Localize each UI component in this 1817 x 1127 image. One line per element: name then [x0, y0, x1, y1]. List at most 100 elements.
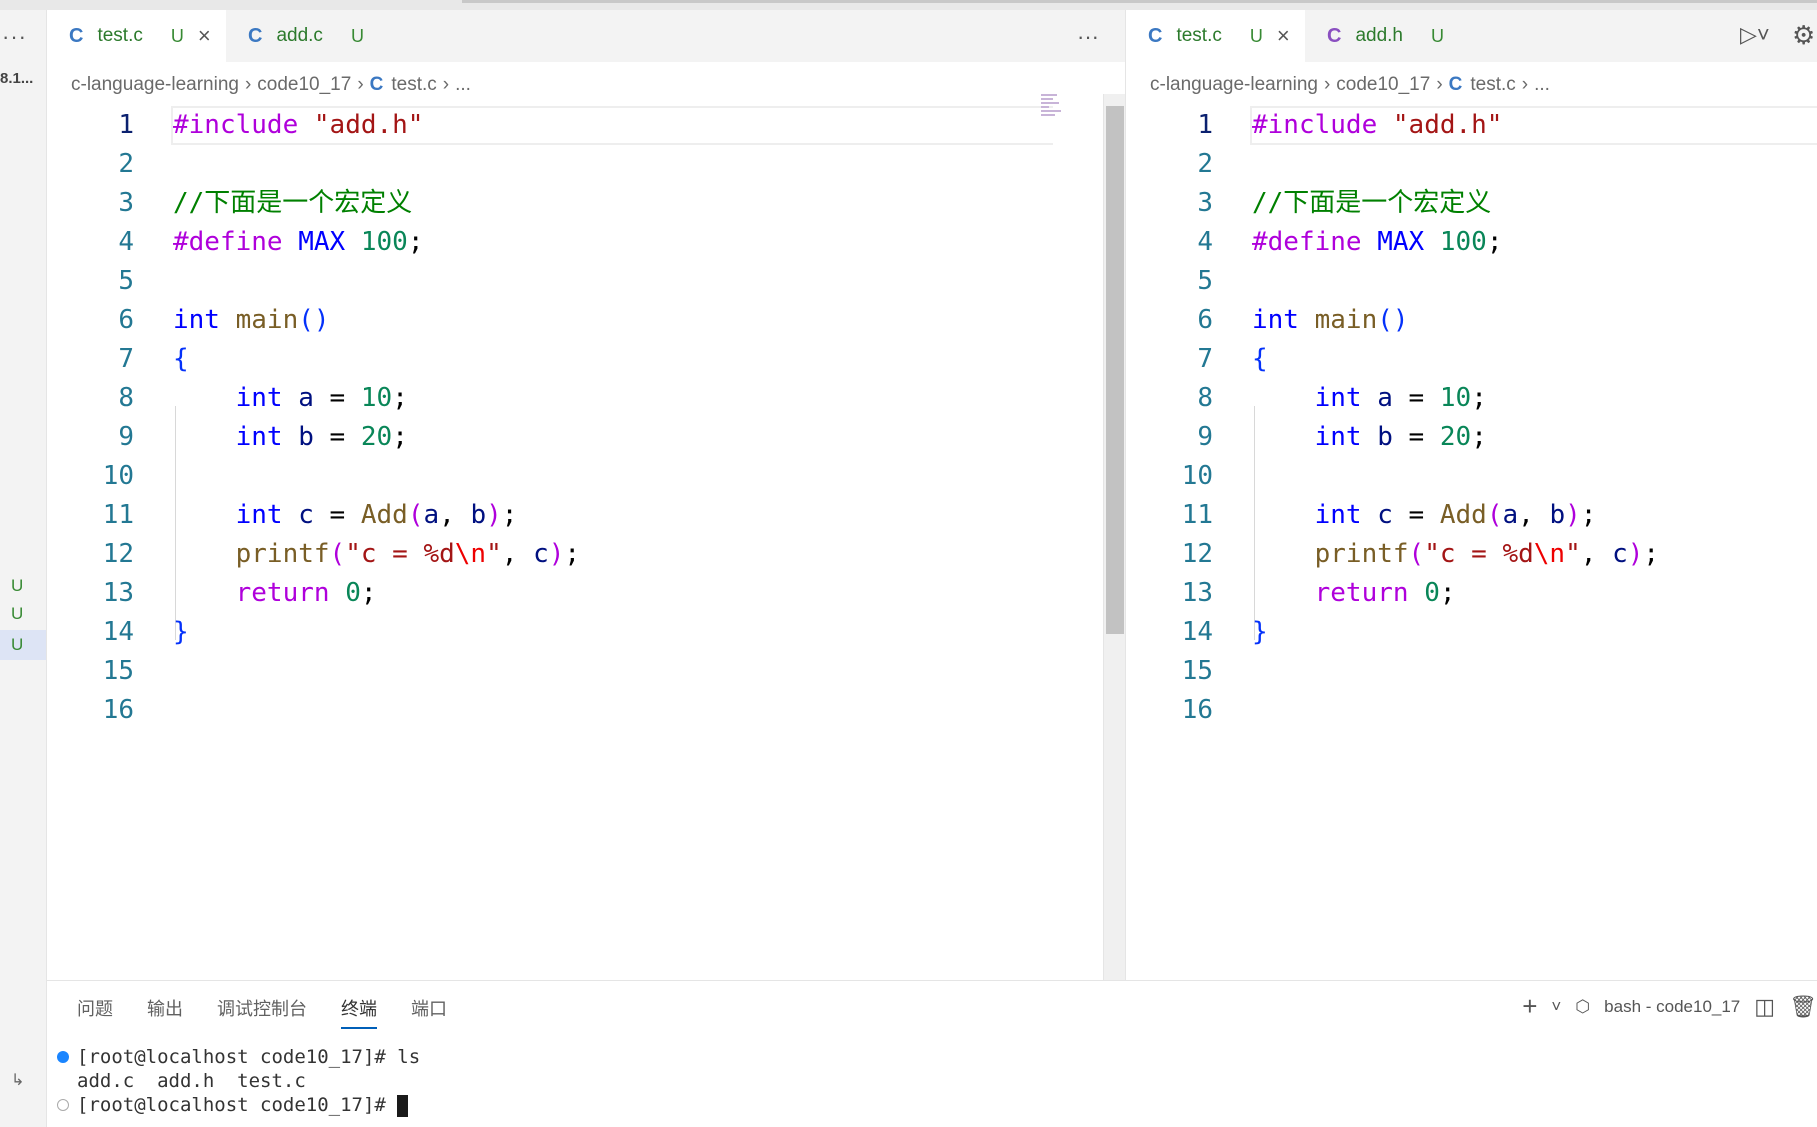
code-area[interactable]: 1 #include "add.h" 2 3//下面是一个宏定义 4 #define…	[1126, 106, 1817, 730]
code-line: 5	[1126, 262, 1817, 301]
window-top-strip	[0, 0, 1817, 10]
new-terminal-icon[interactable]: +	[1522, 991, 1537, 1022]
line-number: 14	[1181, 617, 1213, 647]
editor-group-right: C test.c U × C add.h U ▷˅ ⚙ c-language-l…	[1125, 10, 1817, 980]
line-number: 2	[1197, 149, 1213, 179]
code-line: 15	[47, 652, 1125, 691]
code-line: 3//下面是一个宏定义	[47, 184, 1125, 223]
untracked-badge-selected[interactable]: U	[0, 630, 46, 660]
tab-add-h[interactable]: C add.h U	[1305, 10, 1475, 62]
code-line: 6 int main()	[1126, 301, 1817, 340]
tab-problems[interactable]: 问题	[77, 995, 113, 1029]
chevron-down-icon[interactable]: ˅	[1551, 997, 1561, 1017]
top-scrollbar-thumb[interactable]	[462, 0, 1817, 3]
line-number: 6	[118, 305, 134, 335]
line-number: 2	[118, 149, 134, 179]
code-line: 2	[1126, 145, 1817, 184]
truncated-label: 8.1...	[0, 70, 34, 87]
breadcrumb-folder[interactable]: c-language-learning	[1150, 74, 1318, 95]
code-line: 10	[47, 457, 1125, 496]
tab-add-c[interactable]: C add.c U	[226, 10, 396, 62]
tab-label: add.c	[276, 25, 323, 46]
code-line: 10	[1126, 457, 1817, 496]
line-number: 6	[1197, 305, 1213, 335]
run-debug-icon[interactable]: ▷˅	[1740, 22, 1770, 48]
close-icon[interactable]: ×	[1277, 23, 1290, 49]
breadcrumb-symbol[interactable]: ...	[1534, 74, 1550, 95]
tab-bar: C test.c U × C add.c U ···	[47, 10, 1125, 62]
editor-more-actions-icon[interactable]: ···	[1077, 24, 1099, 50]
explorer-more-icon[interactable]: ···	[2, 24, 27, 50]
code-line: 11 int c = Add(a, b);	[47, 496, 1125, 535]
minimap[interactable]	[1041, 94, 1071, 124]
code-line: 15	[1126, 652, 1817, 691]
c-file-icon: C	[1148, 24, 1163, 47]
terminal-output[interactable]: [root@localhost code10_17]# ls add.c add…	[57, 1045, 420, 1117]
line-number: 1	[1197, 110, 1213, 140]
code-line: 13 return 0;	[1126, 574, 1817, 613]
line-number: 12	[1181, 539, 1213, 569]
code-line: 14}	[1126, 613, 1817, 652]
split-terminal-icon[interactable]: ◫	[1754, 994, 1775, 1020]
untracked-badge: U	[170, 25, 184, 46]
code-line: 16	[1126, 691, 1817, 730]
tab-debug-console[interactable]: 调试控制台	[217, 995, 307, 1029]
tab-label: test.c	[97, 25, 143, 46]
explorer-strip: ··· 8.1... U U U ↳	[0, 10, 47, 1127]
trash-icon[interactable]: 🗑	[1789, 994, 1817, 1020]
c-file-icon: C	[1448, 74, 1463, 95]
code-line: 9 int b = 20;	[47, 418, 1125, 457]
command-success-dot-icon	[57, 1051, 69, 1063]
code-line: 16	[47, 691, 1125, 730]
line-number: 11	[1181, 500, 1213, 530]
bottom-panel: 问题 输出 调试控制台 终端 端口 + ˅ ⬡ bash - code10_17…	[47, 980, 1817, 1127]
collapse-arrow-icon[interactable]: ↳	[11, 1070, 24, 1090]
terminal-cursor	[397, 1094, 409, 1117]
vertical-scrollbar[interactable]	[1103, 94, 1125, 980]
close-icon[interactable]: ×	[198, 23, 211, 49]
terminal-line: [root@localhost code10_17]#	[57, 1093, 420, 1117]
line-number: 9	[118, 422, 134, 452]
tab-ports[interactable]: 端口	[411, 995, 447, 1029]
breadcrumb-file[interactable]: test.c	[1470, 74, 1515, 95]
line-number: 12	[102, 539, 134, 569]
line-number: 7	[118, 344, 134, 374]
untracked-badge: U	[11, 576, 24, 595]
gear-icon[interactable]: ⚙	[1792, 20, 1815, 51]
untracked-badge: U	[1431, 25, 1444, 46]
code-line: 9 int b = 20;	[1126, 418, 1817, 457]
code-line: 3//下面是一个宏定义	[1126, 184, 1817, 223]
c-file-icon: C	[369, 74, 384, 95]
untracked-badge: U	[1249, 25, 1263, 46]
line-number: 5	[1197, 266, 1213, 296]
command-pending-dot-icon	[57, 1099, 69, 1111]
breadcrumb-file[interactable]: test.c	[391, 74, 436, 95]
breadcrumb-symbol[interactable]: ...	[455, 74, 471, 95]
tab-test-c[interactable]: C test.c U ×	[1126, 10, 1305, 62]
line-number: 13	[1181, 578, 1213, 608]
breadcrumb-subfolder[interactable]: code10_17	[1336, 74, 1430, 95]
terminal-name[interactable]: bash - code10_17	[1604, 997, 1740, 1017]
code-line: 11 int c = Add(a, b);	[1126, 496, 1817, 535]
c-file-icon: C	[69, 24, 84, 47]
code-area[interactable]: 1 #include "add.h" 2 3//下面是一个宏定义 4 #define…	[47, 106, 1125, 730]
tab-output[interactable]: 输出	[147, 995, 183, 1029]
line-number: 1	[118, 110, 134, 140]
tab-terminal[interactable]: 终端	[341, 995, 377, 1029]
scrollbar-thumb[interactable]	[1106, 106, 1124, 634]
tab-test-c[interactable]: C test.c U ×	[47, 10, 226, 62]
code-line: 12 printf("c = %d\n", c);	[1126, 535, 1817, 574]
line-number: 7	[1197, 344, 1213, 374]
tab-label: add.h	[1355, 25, 1403, 46]
line-number: 16	[102, 695, 134, 725]
code-line: 8 int a = 10;	[47, 379, 1125, 418]
breadcrumb-subfolder[interactable]: code10_17	[257, 74, 351, 95]
code-line: 5	[47, 262, 1125, 301]
line-number: 11	[102, 500, 134, 530]
line-number: 13	[102, 578, 134, 608]
terminal-line: [root@localhost code10_17]# ls	[57, 1045, 420, 1069]
h-file-icon: C	[1327, 24, 1342, 47]
code-line: 4 #define MAX 100;	[1126, 223, 1817, 262]
code-line: 6 int main()	[47, 301, 1125, 340]
breadcrumb-folder[interactable]: c-language-learning	[71, 74, 239, 95]
